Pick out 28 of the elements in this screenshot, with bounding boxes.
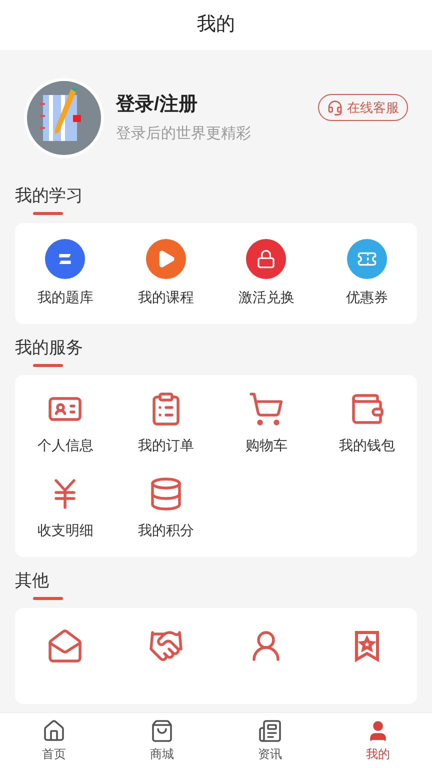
handshake-icon [148,628,184,664]
bag-icon [150,718,174,742]
menu-item[interactable]: 收支明细 [15,476,116,541]
nav-tab[interactable]: 资讯 [216,713,324,768]
menu-item[interactable]: 激活兑换 [216,239,316,308]
section-title: 其他 [15,570,49,592]
profile-subtitle: 登录后的世界更精彩 [116,124,252,144]
menu-item[interactable]: 优惠券 [316,239,417,308]
menu-item[interactable]: 我的题库 [15,239,116,308]
menu-item[interactable]: 我的课程 [116,239,216,308]
menu-item[interactable]: 我的钱包 [316,391,417,456]
nav-tab[interactable]: 首页 [0,713,108,768]
menu-item[interactable]: 我的积分 [116,476,216,541]
envelope-icon [47,628,84,664]
login-link[interactable]: 登录/注册 [116,90,318,119]
cart-icon [248,391,284,427]
page-title: 我的 [197,12,235,37]
news-icon [258,718,282,742]
customer-service-button[interactable]: 在线客服 [318,94,408,121]
nav-tab[interactable]: 商城 [108,713,216,768]
headset-icon [327,100,343,116]
nav-tab[interactable]: 我的 [324,713,432,768]
section-title: 我的服务 [15,337,83,359]
home-icon [42,718,66,742]
menu-item[interactable]: 个人信息 [15,391,116,456]
menu-item[interactable]: 购物车 [216,391,316,456]
section-title: 我的学习 [15,185,83,207]
menu-item[interactable]: 我的订单 [116,391,216,456]
